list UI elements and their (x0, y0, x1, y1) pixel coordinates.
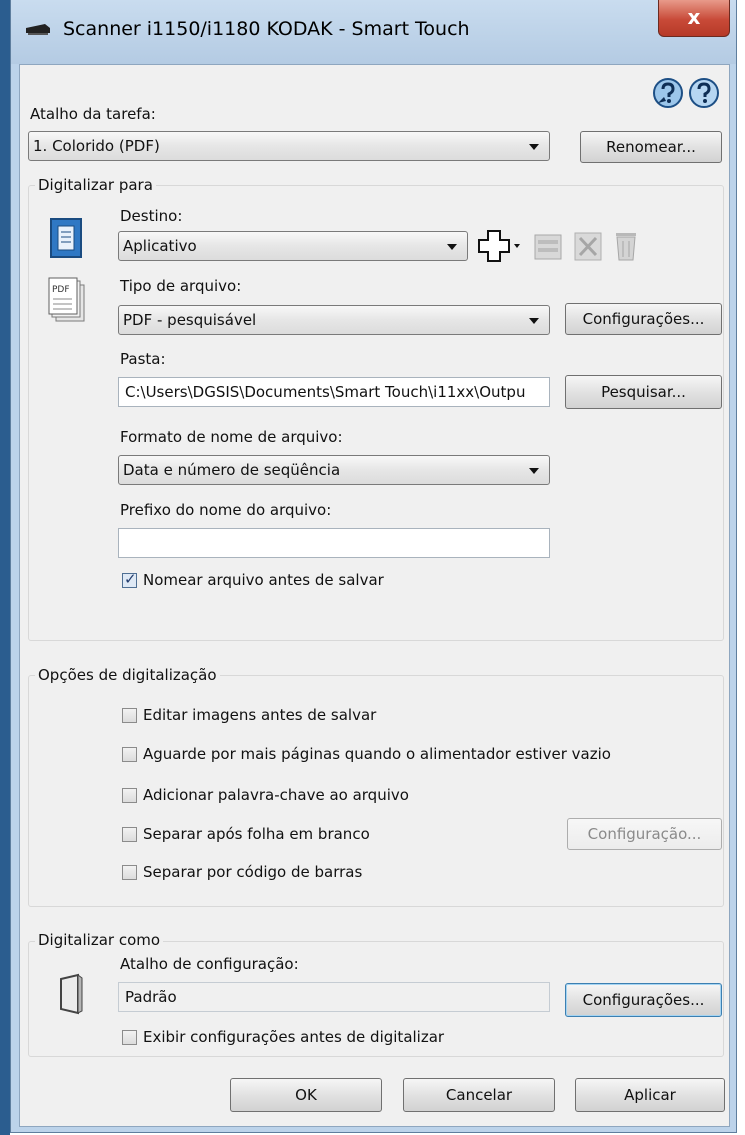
edit-images-label: Editar imagens antes de salvar (143, 706, 377, 724)
name-before-save-checkbox[interactable]: ✓ Nomear arquivo antes de salvar (122, 570, 384, 589)
config-shortcut-label: Atalho de configuração: (120, 955, 299, 973)
checkbox-unchecked[interactable] (122, 1029, 137, 1045)
separate-barcode-label: Separar por código de barras (143, 863, 363, 881)
checkbox-unchecked[interactable] (122, 746, 137, 762)
rename-button[interactable]: Renomear... (580, 131, 722, 163)
scan-settings-button[interactable]: Configurações... (565, 983, 722, 1017)
prefix-field[interactable] (118, 528, 550, 558)
help-icon[interactable] (688, 77, 720, 109)
folder-label: Pasta: (120, 350, 166, 368)
edit-images-checkbox[interactable]: Editar imagens antes de salvar (122, 706, 376, 724)
add-keyword-label: Adicionar palavra-chave ao arquivo (143, 786, 409, 804)
browse-button[interactable]: Pesquisar... (565, 375, 722, 409)
scan-as-title: Digitalizar como (35, 931, 164, 949)
scanner-icon (26, 24, 50, 35)
filename-format-combo[interactable]: Data e número de seqüência (118, 455, 550, 485)
chevron-down-icon (529, 468, 539, 474)
wait-more-pages-checkbox[interactable]: Aguarde por mais páginas quando o alimen… (122, 745, 611, 763)
prefix-label: Prefixo do nome do arquivo: (120, 501, 332, 519)
file-type-settings-button[interactable]: Configurações... (565, 303, 722, 335)
chevron-down-icon (529, 318, 539, 324)
name-before-save-label: Nomear arquivo antes de salvar (143, 571, 384, 589)
context-help-icon[interactable] (652, 77, 684, 109)
separate-blank-label: Separar após folha em branco (143, 825, 370, 843)
file-type-combo[interactable]: PDF - pesquisável (118, 305, 550, 335)
file-type-value: PDF - pesquisável (123, 311, 257, 329)
destination-combo[interactable]: Aplicativo (118, 231, 468, 261)
add-destination-icon[interactable] (478, 229, 524, 263)
task-shortcut-value: 1. Colorido (PDF) (33, 137, 160, 155)
ok-button[interactable]: OK (230, 1078, 382, 1112)
checkbox-unchecked[interactable] (122, 864, 137, 880)
desktop-edge (0, 0, 10, 1135)
title-bar[interactable]: Scanner i1150/i1180 KODAK - Smart Touch … (11, 0, 736, 64)
scan-to-title: Digitalizar para (35, 176, 156, 194)
filename-format-value: Data e número de seqüência (123, 461, 341, 479)
checkbox-unchecked[interactable] (122, 707, 137, 723)
window-title: Scanner i1150/i1180 KODAK - Smart Touch (63, 18, 470, 40)
chevron-down-icon (529, 144, 539, 150)
scanner-settings-icon[interactable] (532, 229, 564, 263)
separate-blank-checkbox[interactable]: Separar após folha em branco (122, 825, 370, 843)
apply-button[interactable]: Aplicar (575, 1078, 725, 1112)
add-keyword-checkbox[interactable]: Adicionar palavra-chave ao arquivo (122, 786, 409, 804)
scanner-device-icon (60, 973, 83, 1015)
chevron-down-icon (447, 244, 457, 250)
dialog-client-area: Atalho da tarefa: 1. Colorido (PDF) Reno… (19, 64, 730, 1127)
show-settings-label: Exibir configurações antes de digitaliza… (143, 1028, 445, 1046)
trash-icon[interactable] (610, 229, 642, 263)
checkbox-checked[interactable]: ✓ (122, 570, 137, 588)
destination-label: Destino: (120, 207, 183, 225)
filename-format-label: Formato de nome de arquivo: (120, 428, 343, 446)
task-shortcut-label: Atalho da tarefa: (30, 105, 156, 123)
tools-icon[interactable] (572, 229, 604, 263)
document-icon (50, 218, 82, 258)
separation-config-button[interactable]: Configuração... (567, 818, 722, 850)
pdf-file-icon: PDF (48, 277, 85, 322)
cancel-button[interactable]: Cancelar (403, 1078, 555, 1112)
file-type-label: Tipo de arquivo: (120, 277, 242, 295)
pdf-icon-text: PDF (52, 285, 70, 295)
config-shortcut-field[interactable]: Padrão (118, 982, 550, 1012)
scan-options-title: Opções de digitalização (35, 666, 220, 684)
wait-more-pages-label: Aguarde por mais páginas quando o alimen… (143, 745, 611, 763)
checkbox-unchecked[interactable] (122, 787, 137, 803)
destination-value: Aplicativo (123, 237, 197, 255)
scanner-dialog: Scanner i1150/i1180 KODAK - Smart Touch … (10, 0, 737, 1133)
show-settings-checkbox[interactable]: Exibir configurações antes de digitaliza… (122, 1028, 444, 1046)
folder-field[interactable]: C:\Users\DGSIS\Documents\Smart Touch\i11… (118, 377, 550, 407)
task-shortcut-combo[interactable]: 1. Colorido (PDF) (28, 131, 550, 161)
separate-barcode-checkbox[interactable]: Separar por código de barras (122, 863, 362, 881)
checkbox-unchecked[interactable] (122, 826, 137, 842)
close-button[interactable]: x (658, 0, 730, 37)
